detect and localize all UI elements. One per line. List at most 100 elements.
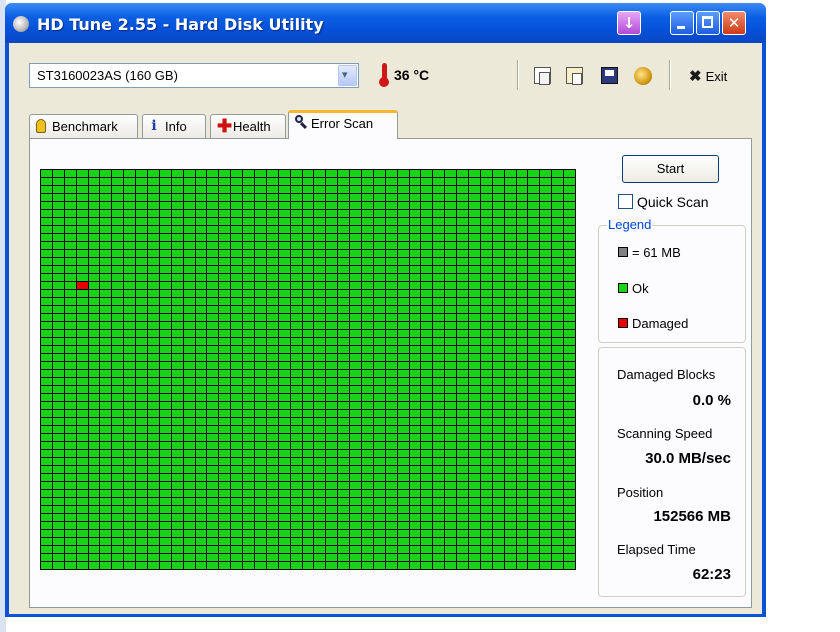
- ok-block: [112, 306, 124, 313]
- ok-block: [112, 514, 124, 521]
- ok-block: [207, 354, 219, 361]
- ok-block: [76, 410, 88, 417]
- ok-block: [469, 370, 480, 377]
- ok-block: [88, 458, 100, 465]
- ok-block: [100, 202, 112, 209]
- ok-block: [243, 282, 254, 289]
- save-icon[interactable]: [601, 67, 618, 84]
- ok-block: [88, 402, 100, 409]
- ok-block: [219, 522, 231, 529]
- ok-block: [52, 370, 64, 377]
- ok-block: [373, 322, 385, 329]
- ok-block: [362, 530, 373, 537]
- ok-block: [516, 482, 528, 489]
- ok-block: [504, 514, 516, 521]
- ok-block: [124, 178, 136, 185]
- toolbar-separator: [517, 60, 519, 90]
- pin-button[interactable]: ↓: [617, 11, 641, 35]
- ok-block: [124, 370, 136, 377]
- start-button[interactable]: Start: [622, 155, 719, 183]
- ok-block: [528, 426, 540, 433]
- ok-block: [219, 498, 231, 505]
- title-bar[interactable]: HD Tune 2.55 - Hard Disk Utility ↓ ✕: [5, 3, 766, 43]
- ok-block: [350, 314, 361, 321]
- ok-block: [41, 538, 52, 545]
- ok-block: [183, 378, 195, 385]
- ok-block: [516, 442, 528, 449]
- ok-block: [492, 322, 504, 329]
- ok-block: [290, 514, 302, 521]
- ok-block: [290, 298, 302, 305]
- ok-block: [266, 402, 278, 409]
- ok-block: [445, 234, 457, 241]
- ok-block: [373, 418, 385, 425]
- exit-button[interactable]: ✖ Exit: [689, 67, 727, 85]
- ok-block: [480, 258, 492, 265]
- ok-block: [338, 490, 350, 497]
- tab-error-scan[interactable]: Error Scan: [288, 110, 398, 139]
- ok-block: [480, 546, 492, 553]
- ok-block: [350, 466, 361, 473]
- damaged-blocks-value: 0.0 %: [692, 392, 731, 409]
- ok-block: [516, 466, 528, 473]
- ok-block: [124, 386, 136, 393]
- copy-icon[interactable]: [534, 67, 551, 85]
- tab-health[interactable]: ✚ Health: [210, 114, 286, 138]
- ok-block: [492, 418, 504, 425]
- ok-block: [397, 282, 409, 289]
- ok-block: [564, 370, 575, 377]
- ok-block: [302, 210, 314, 217]
- ok-block: [136, 474, 147, 481]
- ok-block: [338, 322, 350, 329]
- ok-block: [266, 490, 278, 497]
- tab-benchmark[interactable]: Benchmark: [29, 114, 138, 138]
- ok-block: [183, 442, 195, 449]
- ok-block: [290, 394, 302, 401]
- ok-block: [564, 354, 575, 361]
- ok-block: [243, 458, 254, 465]
- ok-block: [255, 562, 266, 569]
- ok-block: [231, 562, 243, 569]
- ok-block: [445, 314, 457, 321]
- tab-info[interactable]: i Info: [142, 114, 206, 138]
- drive-select[interactable]: ST3160023AS (160 GB) ▾: [29, 63, 359, 88]
- ok-block: [243, 250, 254, 257]
- maximize-button[interactable]: [696, 11, 720, 35]
- ok-block: [314, 458, 326, 465]
- tab-label: Error Scan: [311, 116, 374, 131]
- copy-to-clipboard-icon[interactable]: [566, 67, 583, 85]
- ok-block: [552, 266, 564, 273]
- checkbox-icon[interactable]: [618, 194, 633, 209]
- ok-block: [445, 562, 457, 569]
- ok-block: [445, 194, 457, 201]
- minimize-button[interactable]: [670, 11, 694, 35]
- drive-select-dropdown-button[interactable]: ▾: [338, 65, 357, 86]
- quick-scan-checkbox[interactable]: Quick Scan: [618, 194, 709, 210]
- ok-block: [397, 466, 409, 473]
- ok-block: [457, 410, 468, 417]
- ok-block: [492, 402, 504, 409]
- ok-block: [148, 554, 159, 561]
- ok-block: [183, 458, 195, 465]
- ok-block: [469, 330, 480, 337]
- close-button[interactable]: ✕: [722, 11, 746, 35]
- ok-block: [326, 394, 338, 401]
- ok-block: [528, 346, 540, 353]
- ok-block: [350, 370, 361, 377]
- ok-block: [231, 426, 243, 433]
- ok-block: [469, 546, 480, 553]
- ok-block: [195, 330, 207, 337]
- ok-block: [516, 538, 528, 545]
- ok-block: [136, 482, 147, 489]
- ok-block: [136, 282, 147, 289]
- ok-block: [397, 474, 409, 481]
- options-icon[interactable]: [634, 67, 652, 85]
- ok-block: [88, 234, 100, 241]
- thermometer-icon: [379, 63, 389, 87]
- ok-block: [243, 370, 254, 377]
- ok-block: [302, 482, 314, 489]
- ok-block: [445, 306, 457, 313]
- ok-block: [88, 170, 100, 177]
- ok-block: [445, 354, 457, 361]
- damaged-block: [76, 282, 88, 289]
